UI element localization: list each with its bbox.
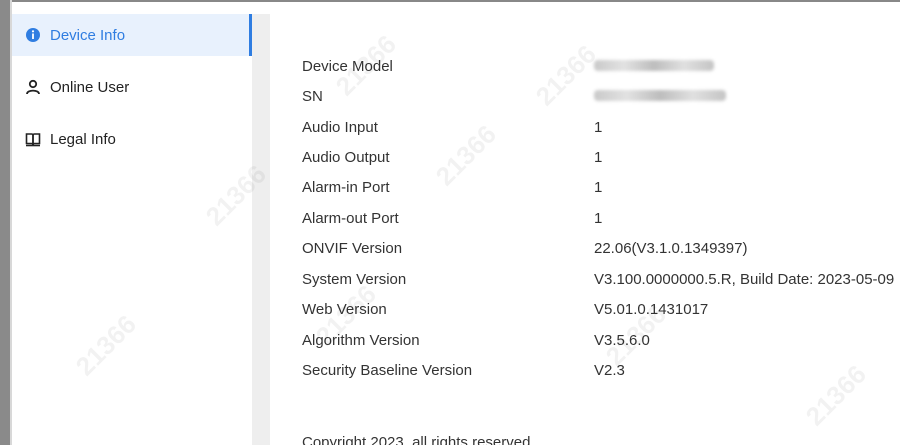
- info-label: Security Baseline Version: [302, 361, 473, 379]
- info-icon: [24, 26, 42, 44]
- info-value: V5.01.0.1431017: [594, 300, 709, 318]
- sidebar-item-label: Online User: [50, 78, 130, 96]
- info-value: 1: [594, 209, 603, 227]
- info-value: V3.100.0000000.5.R, Build Date: 2023-05-…: [594, 270, 895, 288]
- sn-value-redacted: [594, 88, 726, 105]
- info-label: Alarm-out Port: [302, 209, 399, 227]
- copyright-text: Copyright 2023, all rights reserved.: [302, 434, 535, 445]
- user-icon: [24, 78, 42, 96]
- info-row-algorithm-version: Algorithm Version V3.5.6.0: [302, 326, 900, 354]
- info-label: Audio Input: [302, 118, 378, 136]
- info-label: SN: [302, 87, 323, 105]
- info-label: System Version: [302, 270, 407, 288]
- sidebar-item-device-info[interactable]: Device Info: [12, 14, 252, 56]
- info-row-audio-output: Audio Output 1: [302, 143, 900, 171]
- info-label: Audio Output: [302, 148, 390, 166]
- info-row-alarm-in-port: Alarm-in Port 1: [302, 173, 900, 201]
- book-icon: [24, 130, 42, 148]
- info-row-alarm-out-port: Alarm-out Port 1: [302, 204, 900, 232]
- info-row-web-version: Web Version V5.01.0.1431017: [302, 295, 900, 323]
- info-value: 1: [594, 178, 603, 196]
- device-model-value-redacted: [594, 58, 714, 75]
- info-row-security-baseline-version: Security Baseline Version V2.3: [302, 356, 900, 384]
- info-row-system-version: System Version V3.100.0000000.5.R, Build…: [302, 265, 900, 293]
- info-value: 1: [594, 118, 603, 136]
- info-row-sn: SN: [302, 82, 900, 110]
- info-value: V2.3: [594, 361, 625, 379]
- info-label: Alarm-in Port: [302, 178, 390, 196]
- info-row-audio-input: Audio Input 1: [302, 113, 900, 141]
- sidebar: Device Info Online User Legal Info: [12, 14, 252, 445]
- sidebar-item-legal-info[interactable]: Legal Info: [12, 118, 252, 160]
- sidebar-item-online-user[interactable]: Online User: [12, 66, 252, 108]
- info-row-device-model: Device Model: [302, 52, 900, 80]
- info-row-onvif-version: ONVIF Version 22.06(V3.1.0.1349397): [302, 234, 900, 262]
- sidebar-item-label: Legal Info: [50, 130, 116, 148]
- info-value: 22.06(V3.1.0.1349397): [594, 239, 748, 257]
- sidebar-item-label: Device Info: [50, 26, 126, 44]
- info-label: Algorithm Version: [302, 331, 420, 349]
- device-info-panel: Device Model SN Audio Input 1 Audio Outp…: [270, 14, 900, 445]
- window-frame-top: [0, 0, 900, 14]
- info-value: V3.5.6.0: [594, 331, 650, 349]
- info-value: 1: [594, 148, 603, 166]
- content-gutter: [252, 14, 270, 445]
- info-label: ONVIF Version: [302, 239, 403, 257]
- info-label: Web Version: [302, 300, 387, 318]
- info-label: Device Model: [302, 57, 393, 75]
- window-frame-left: [0, 0, 10, 445]
